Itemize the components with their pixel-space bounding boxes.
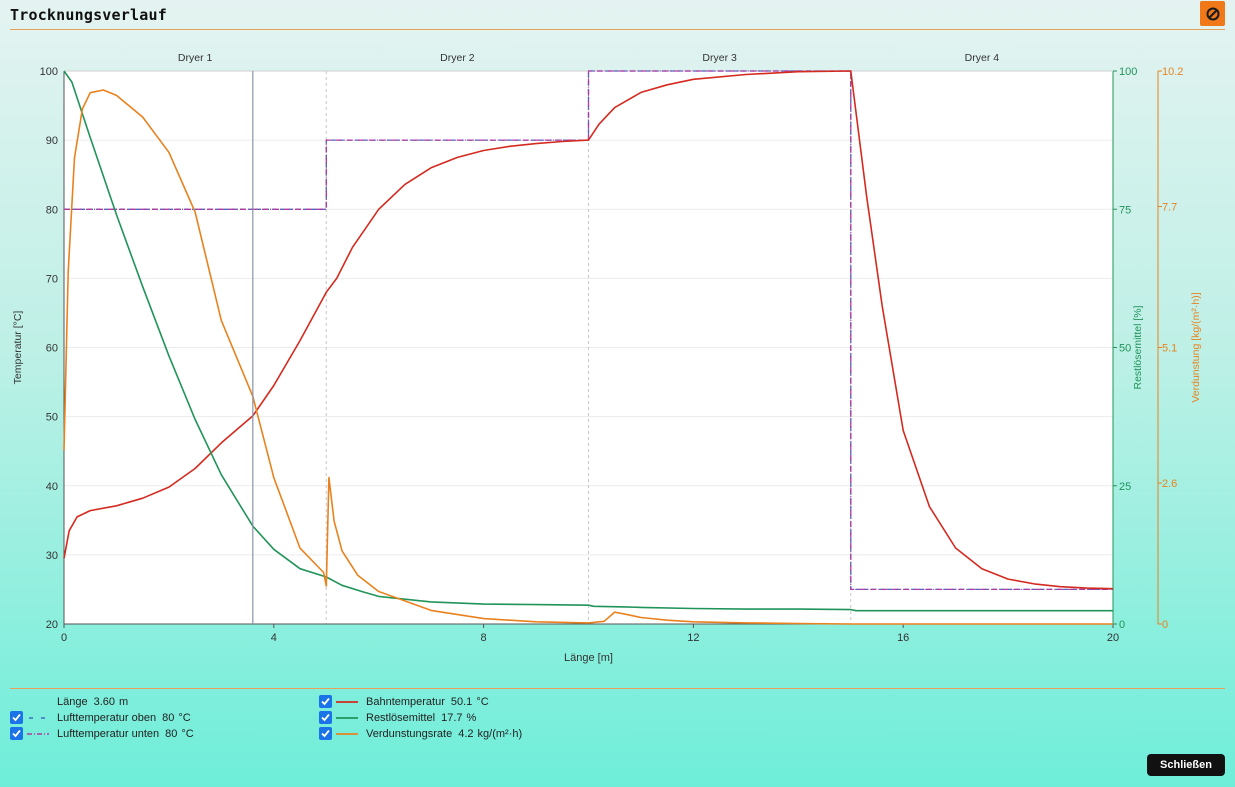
legend-length-unit: m [119,695,129,708]
legend-unit-bahn: °C [476,695,489,708]
legend-label-luft-unten: Lufttemperatur unten [57,727,160,740]
legend-length-label: Länge [57,695,88,708]
legend-item-verd: Verdunstungsrate 4.2 kg/(m²·h) [319,726,522,741]
legend-value-bahn: 50.1 [450,695,473,708]
legend-unit-verd: kg/(m²·h) [477,727,523,740]
checkbox-verd[interactable] [319,727,332,740]
legend-value-luft-oben: 80 [162,711,175,724]
legend-label-luft-oben: Lufttemperatur oben [57,711,157,724]
close-button[interactable]: Schließen [1147,754,1225,776]
swatch-rest [336,716,358,719]
legend-label-bahn: Bahntemperatur [366,695,445,708]
legend-item-rest: Restlösemittel 17.7 % [319,710,476,725]
legend-label-rest: Restlösemittel [366,711,436,724]
legend-unit-luft-oben: °C [178,711,191,724]
checkbox-luft-oben[interactable] [10,711,23,724]
legend-length: Länge 3.60 m [57,694,128,709]
checkbox-bahn[interactable] [319,695,332,708]
swatch-luft-unten [27,732,49,735]
checkbox-rest[interactable] [319,711,332,724]
legend-unit-luft-unten: °C [181,727,194,740]
checkbox-luft-unten[interactable] [10,727,23,740]
legend-label-verd: Verdunstungsrate [366,727,453,740]
legend-item-luft-oben: Lufttemperatur oben 80 °C [10,710,191,725]
legend-length-value: 3.60 [93,695,116,708]
swatch-verd [336,732,358,735]
legend-unit-rest: % [466,711,477,724]
legend-item-bahn: Bahntemperatur 50.1 °C [319,694,489,709]
legend-value-luft-unten: 80 [165,727,178,740]
legend: Länge 3.60 m Lufttemperatur oben 80 °C L… [0,0,1235,787]
swatch-bahn [336,700,358,703]
legend-value-verd: 4.2 [458,727,474,740]
legend-value-rest: 17.7 [441,711,463,724]
legend-item-luft-unten: Lufttemperatur unten 80 °C [10,726,194,741]
swatch-luft-oben [29,716,49,719]
